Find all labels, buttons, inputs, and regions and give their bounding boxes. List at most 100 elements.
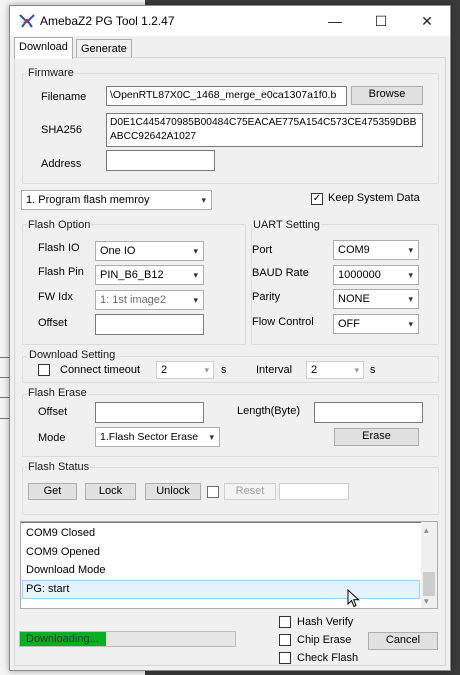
download-setting-label: Download Setting	[28, 349, 117, 361]
program-mode-value: 1. Program flash memroy	[26, 194, 150, 206]
connect-timeout-value: 2	[161, 364, 168, 376]
uart-setting-label: UART Setting	[252, 219, 321, 231]
offset-label: Offset	[38, 317, 68, 329]
offset-input[interactable]	[95, 314, 204, 335]
minimize-button[interactable]: —	[312, 6, 358, 36]
erase-offset-label: Offset	[38, 406, 68, 418]
flash-option-label: Flash Option	[27, 219, 92, 231]
chevron-down-icon: ▾	[201, 195, 206, 205]
title-bar: AmebaZ2 PG Tool 1.2.47 — ☐ ✕	[10, 6, 450, 36]
baud-rate-label: BAUD Rate	[252, 267, 309, 279]
flash-pin-select[interactable]: PIN_B6_B12 ▾	[95, 265, 204, 285]
keep-system-data-label: Keep System Data	[328, 192, 420, 204]
sha256-label: SHA256	[41, 124, 82, 136]
erase-mode-select[interactable]: 1.Flash Sector Erase ▾	[95, 427, 220, 447]
chevron-down-icon: ▾	[209, 432, 214, 442]
chevron-down-icon: ▾	[193, 246, 198, 256]
length-label: Length(Byte)	[237, 405, 300, 417]
browse-button[interactable]: Browse	[351, 86, 423, 105]
app-logo-icon	[19, 14, 35, 28]
log-list[interactable]: COM9 Closed COM9 Opened Download Mode PG…	[20, 521, 438, 609]
port-label: Port	[252, 244, 273, 256]
flash-status-label: Flash Status	[27, 461, 91, 473]
download-progress-bar: Downloading...	[19, 631, 236, 647]
tab-generate[interactable]: Generate	[76, 39, 132, 59]
parity-value: NONE	[338, 293, 370, 305]
flash-erase-label: Flash Erase	[27, 387, 88, 399]
maximize-icon: ☐	[374, 12, 388, 29]
unlock-button[interactable]: Unlock	[145, 483, 201, 500]
get-button[interactable]: Get	[28, 483, 77, 500]
flash-status-value[interactable]	[279, 483, 349, 500]
tab-download[interactable]: Download	[14, 37, 73, 59]
parity-select[interactable]: NONE ▾	[333, 289, 419, 309]
connect-timeout-spinner[interactable]: 2 ▾	[156, 361, 214, 379]
log-line: COM9 Closed	[26, 527, 96, 539]
reset-button[interactable]: Reset	[224, 483, 276, 500]
firmware-group-label: Firmware	[27, 67, 75, 79]
connect-timeout-checkbox[interactable]	[38, 364, 50, 376]
log-line-selected[interactable]: PG: start	[26, 583, 69, 595]
keep-system-data-checkbox[interactable]: ✓	[311, 193, 323, 205]
check-flash-checkbox[interactable]	[279, 652, 291, 664]
sha256-field[interactable]: D0E1C445470985B00484C75EACAE775A154C573C…	[106, 113, 423, 147]
mouse-cursor-icon	[347, 589, 360, 608]
program-mode-select[interactable]: 1. Program flash memroy ▾	[21, 190, 212, 210]
chevron-down-icon: ▾	[193, 295, 198, 305]
chevron-down-icon: ▾	[408, 294, 413, 304]
maximize-button[interactable]: ☐	[358, 6, 404, 36]
log-scrollbar[interactable]: ▴ ▾	[421, 522, 437, 608]
flow-control-value: OFF	[338, 318, 360, 330]
flow-control-select[interactable]: OFF ▾	[333, 314, 419, 334]
fw-idx-select[interactable]: 1: 1st image2 ▾	[95, 290, 204, 310]
erase-mode-label: Mode	[38, 432, 66, 444]
chevron-down-icon: ▾	[408, 270, 413, 280]
parity-label: Parity	[252, 291, 281, 303]
length-input[interactable]	[314, 402, 423, 423]
tab-download-label: Download	[19, 41, 68, 53]
scrollbar-thumb[interactable]	[423, 572, 435, 596]
interval-unit: s	[370, 364, 376, 376]
address-input[interactable]	[106, 150, 215, 171]
filename-label: Filename	[41, 91, 87, 103]
baud-rate-select[interactable]: 1000000 ▾	[333, 265, 419, 285]
close-button[interactable]: ✕	[404, 6, 450, 36]
flash-pin-label: Flash Pin	[38, 266, 84, 278]
scroll-up-icon[interactable]: ▴	[424, 525, 429, 536]
flash-io-label: Flash IO	[38, 242, 80, 254]
chip-erase-checkbox[interactable]	[279, 634, 291, 646]
close-icon: ✕	[421, 12, 433, 29]
address-label: Address	[41, 158, 82, 170]
erase-offset-input[interactable]	[95, 402, 204, 423]
lock-button[interactable]: Lock	[85, 483, 136, 500]
flash-pin-value: PIN_B6_B12	[100, 269, 164, 281]
erase-button[interactable]: Erase	[334, 428, 419, 446]
scroll-down-icon[interactable]: ▾	[424, 596, 429, 607]
check-flash-label: Check Flash	[297, 652, 359, 664]
window-title: AmebaZ2 PG Tool 1.2.47	[40, 14, 175, 28]
check-icon: ✓	[312, 193, 322, 204]
interval-spinner[interactable]: 2 ▾	[306, 361, 364, 379]
chevron-down-icon: ▾	[354, 365, 359, 375]
log-divider	[21, 522, 421, 523]
fw-idx-label: FW Idx	[38, 291, 73, 303]
baud-rate-value: 1000000	[338, 269, 381, 281]
hash-verify-checkbox[interactable]	[279, 616, 291, 628]
fw-idx-value: 1: 1st image2	[100, 294, 167, 306]
flow-control-label: Flow Control	[252, 316, 314, 328]
flash-io-select[interactable]: One IO ▾	[95, 241, 204, 261]
log-line: Download Mode	[26, 564, 106, 576]
port-select[interactable]: COM9 ▾	[333, 240, 419, 260]
flash-io-value: One IO	[100, 245, 136, 257]
reset-checkbox[interactable]	[207, 486, 219, 498]
chevron-down-icon: ▾	[204, 365, 209, 375]
tab-generate-label: Generate	[81, 43, 127, 55]
download-panel: Firmware Filename \OpenRTL87X0C_1468_mer…	[14, 57, 446, 666]
cancel-button[interactable]: Cancel	[368, 632, 438, 650]
app-window: AmebaZ2 PG Tool 1.2.47 — ☐ ✕ Download Ge…	[9, 5, 451, 671]
hash-verify-label: Hash Verify	[297, 616, 354, 628]
port-value: COM9	[338, 244, 370, 256]
interval-value: 2	[311, 364, 318, 376]
filename-input[interactable]: \OpenRTL87X0C_1468_merge_e0ca1307a1f0.b	[106, 86, 347, 106]
chevron-down-icon: ▾	[193, 270, 198, 280]
